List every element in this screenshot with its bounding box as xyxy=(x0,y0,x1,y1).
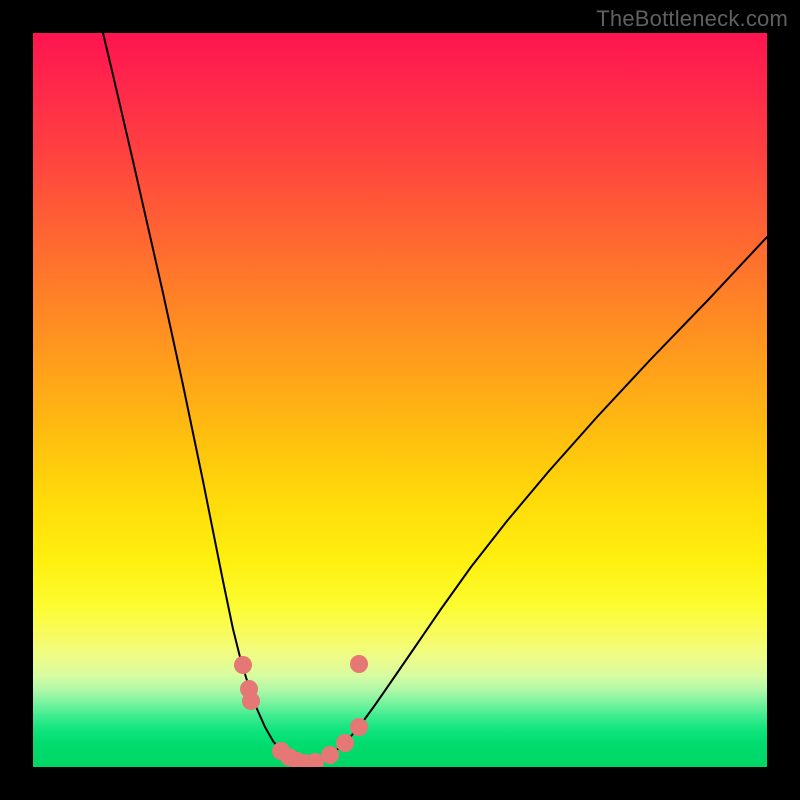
marker-dot xyxy=(242,692,260,710)
marker-dot xyxy=(234,656,252,674)
marker-dot xyxy=(336,734,354,752)
frame: TheBottleneck.com xyxy=(0,0,800,800)
marker-dot xyxy=(350,655,368,673)
bottleneck-curve xyxy=(103,33,767,763)
marker-dot xyxy=(321,746,339,764)
plot-area xyxy=(33,33,767,767)
watermark-text: TheBottleneck.com xyxy=(596,6,788,32)
chart-svg xyxy=(33,33,767,767)
marker-group xyxy=(234,655,368,767)
marker-dot xyxy=(350,718,368,736)
